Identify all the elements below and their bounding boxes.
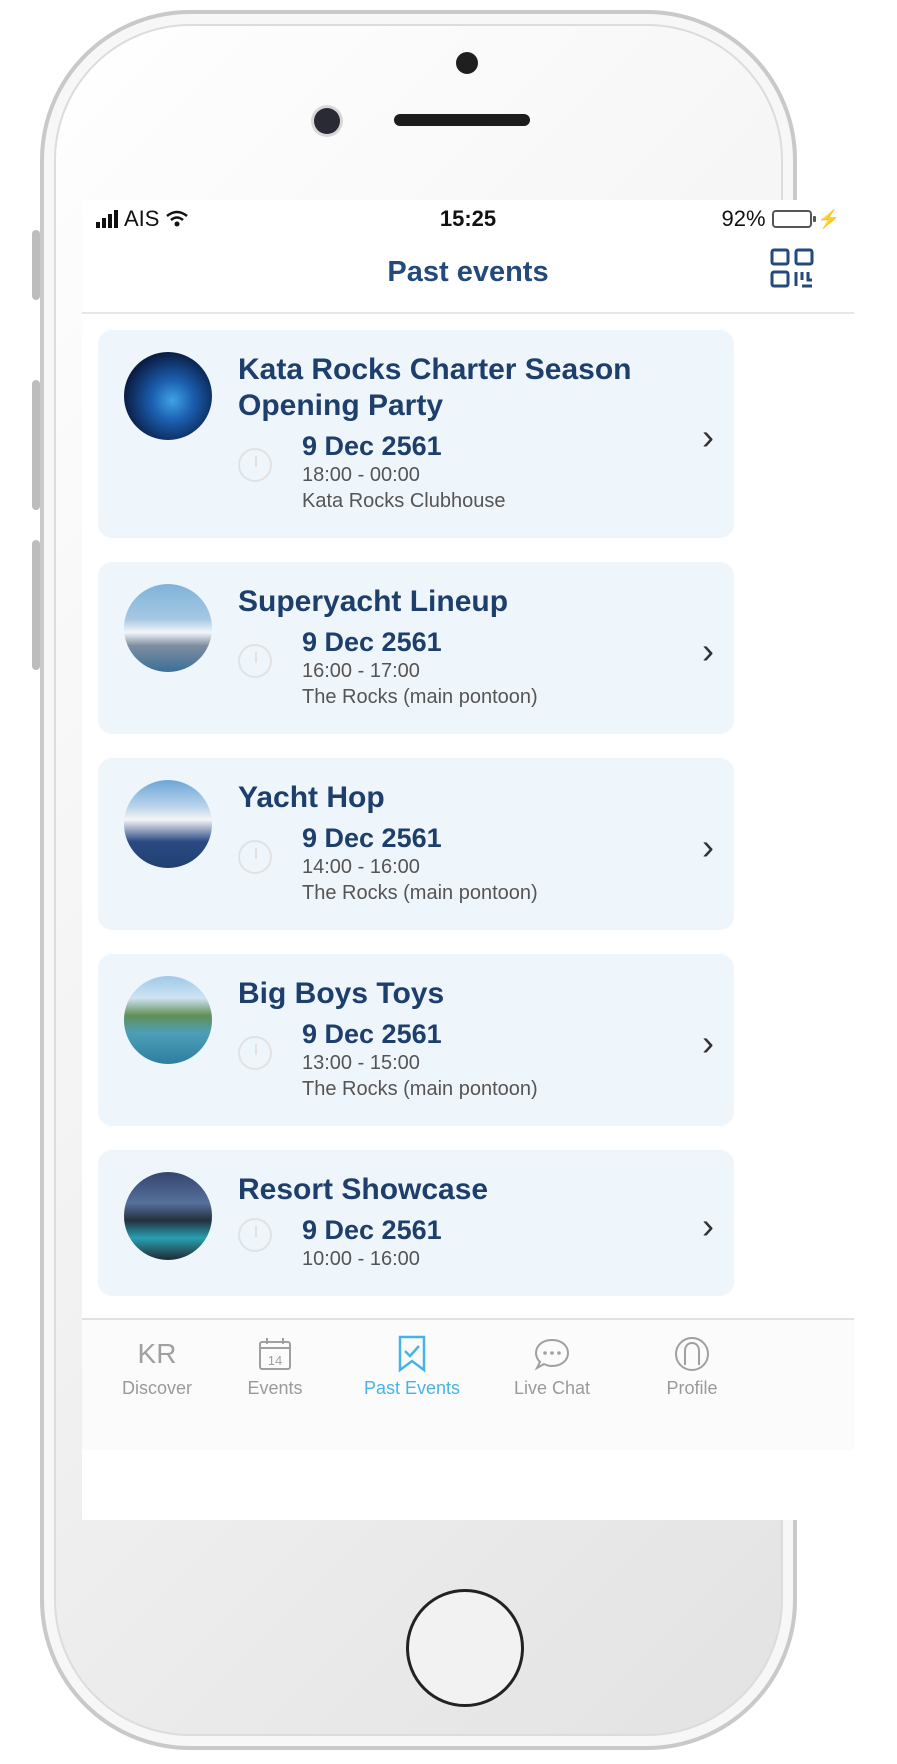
event-title: Superyacht Lineup <box>238 585 509 618</box>
event-time: 10:00 - 16:00 <box>302 1248 420 1270</box>
tab-profile[interactable]: Profile <box>627 1334 757 1399</box>
navigation-bar: Past events <box>82 244 854 314</box>
screen: AIS 15:25 92% ⚡ Past events Kata Rocks C… <box>82 200 854 1520</box>
event-date: 9 Dec 2561 <box>302 431 442 461</box>
kr-logo-icon: KR <box>92 1334 222 1374</box>
event-card[interactable]: Big Boys Toys 9 Dec 2561 13:00 - 15:00 T… <box>98 954 734 1126</box>
calendar-day-text: 14 <box>268 1353 282 1368</box>
chevron-right-icon: › <box>702 630 714 671</box>
event-image <box>124 352 212 440</box>
calendar-icon: 14 <box>210 1334 340 1374</box>
bookmark-check-icon <box>347 1334 477 1374</box>
tab-label: Past Events <box>363 1378 461 1398</box>
event-place: Kata Rocks Clubhouse <box>302 490 506 512</box>
charging-icon: ⚡ <box>817 208 840 229</box>
chat-bubble-icon <box>487 1334 617 1374</box>
proximity-sensor <box>456 52 478 74</box>
status-bar: AIS 15:25 92% ⚡ <box>82 200 854 244</box>
event-meta: 9 Dec 2561 18:00 - 00:00 Kata Rocks Club… <box>238 430 714 514</box>
clock-icon <box>238 448 272 482</box>
event-date: 9 Dec 2561 <box>302 1019 442 1049</box>
clock-icon <box>238 840 272 874</box>
event-place: The Rocks (main pontoon) <box>302 882 538 904</box>
tab-past-events[interactable]: Past Events <box>347 1334 477 1399</box>
event-time: 18:00 - 00:00 <box>302 464 420 486</box>
tab-label: Events <box>247 1378 303 1398</box>
tab-label: Live Chat <box>513 1378 591 1398</box>
volume-up-button <box>32 380 40 510</box>
event-card[interactable]: Yacht Hop 9 Dec 2561 14:00 - 16:00 The R… <box>98 758 734 930</box>
kr-logo-text: KR <box>137 1338 177 1369</box>
event-title: Kata Rocks Charter Season Opening Party <box>238 353 632 422</box>
home-button[interactable] <box>406 1589 524 1707</box>
event-meta: 9 Dec 2561 10:00 - 16:00 <box>238 1214 714 1272</box>
event-card[interactable]: Resort Showcase 9 Dec 2561 10:00 - 16:00… <box>98 1150 734 1296</box>
clock-icon <box>238 644 272 678</box>
event-place: The Rocks (main pontoon) <box>302 1078 538 1100</box>
event-title: Resort Showcase <box>238 1173 489 1206</box>
event-time: 14:00 - 16:00 <box>302 856 420 878</box>
clock-icon <box>238 1036 272 1070</box>
mute-switch <box>32 230 40 300</box>
earpiece-speaker <box>394 114 530 126</box>
battery-percent: 92% <box>721 206 766 231</box>
profile-icon <box>627 1334 757 1374</box>
event-time: 13:00 - 15:00 <box>302 1052 420 1074</box>
qr-code-icon[interactable] <box>768 246 816 294</box>
event-place: The Rocks (main pontoon) <box>302 686 538 708</box>
event-date: 9 Dec 2561 <box>302 627 442 657</box>
event-image <box>124 976 212 1064</box>
event-image <box>124 584 212 672</box>
event-image <box>124 780 212 868</box>
chevron-right-icon: › <box>702 1022 714 1063</box>
event-date: 9 Dec 2561 <box>302 1215 442 1245</box>
event-card[interactable]: Superyacht Lineup 9 Dec 2561 16:00 - 17:… <box>98 562 734 734</box>
tab-label: Profile <box>666 1378 718 1398</box>
event-meta: 9 Dec 2561 13:00 - 15:00 The Rocks (main… <box>238 1018 714 1102</box>
front-camera <box>314 108 340 134</box>
event-list: Kata Rocks Charter Season Opening Party … <box>98 330 734 1320</box>
volume-down-button <box>32 540 40 670</box>
page-title: Past events <box>387 256 549 288</box>
battery-icon <box>771 210 816 228</box>
tab-live-chat[interactable]: Live Chat <box>487 1334 617 1399</box>
chevron-right-icon: › <box>702 826 714 867</box>
tab-label: Discover <box>121 1378 192 1398</box>
event-title: Yacht Hop <box>238 781 385 814</box>
event-card[interactable]: Kata Rocks Charter Season Opening Party … <box>98 330 734 538</box>
chevron-right-icon: › <box>702 416 714 457</box>
clock-icon <box>238 1218 272 1252</box>
event-meta: 9 Dec 2561 14:00 - 16:00 The Rocks (main… <box>238 822 714 906</box>
event-title: Big Boys Toys <box>238 977 445 1010</box>
event-date: 9 Dec 2561 <box>302 823 442 853</box>
status-right: 92% ⚡ <box>722 206 840 232</box>
event-time: 16:00 - 17:00 <box>302 660 420 682</box>
tab-events[interactable]: 14 Events <box>210 1334 340 1399</box>
chevron-right-icon: › <box>702 1205 714 1246</box>
event-image <box>124 1172 212 1260</box>
tab-bar: KR Discover 14 Events Past Events Live C… <box>82 1318 854 1450</box>
tab-discover[interactable]: KR Discover <box>92 1334 222 1399</box>
event-meta: 9 Dec 2561 16:00 - 17:00 The Rocks (main… <box>238 626 714 710</box>
